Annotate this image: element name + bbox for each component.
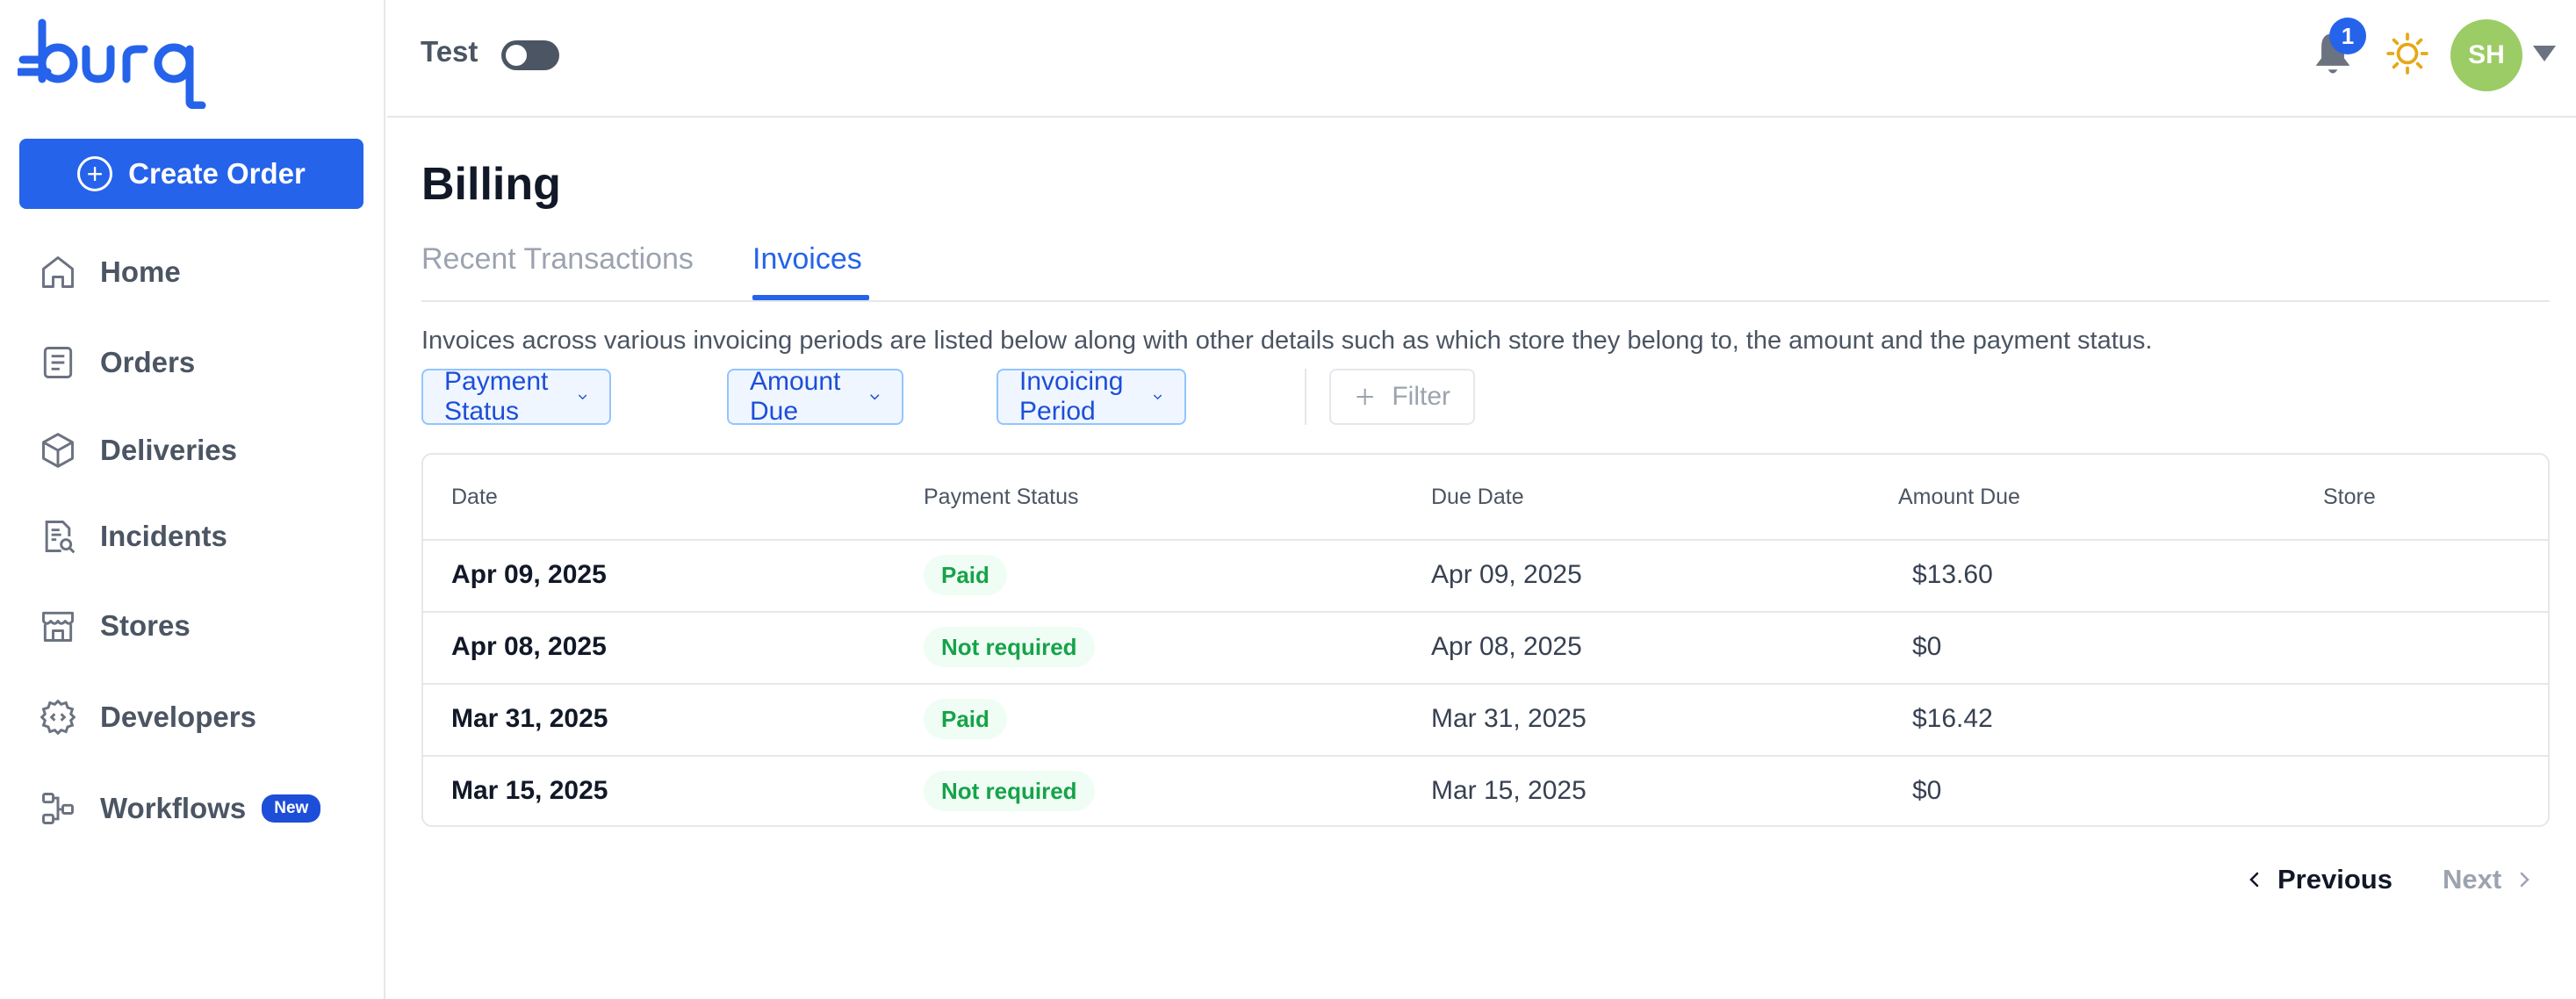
table-row[interactable]: Apr 08, 2025 Not required Apr 08, 2025 $… <box>423 613 2548 685</box>
status-badge: Not required <box>924 771 1095 811</box>
invoice-date: Apr 08, 2025 <box>451 632 607 661</box>
sidebar-item-label: Developers <box>100 701 256 733</box>
create-order-label: Create Order <box>128 157 306 190</box>
plus-icon <box>1356 388 1374 406</box>
table-row[interactable]: Apr 09, 2025 Paid Apr 09, 2025 $13.60 <box>423 541 2548 613</box>
amount-due: $0 <box>1912 632 1942 661</box>
chevron-down-icon <box>1154 394 1162 400</box>
store-icon <box>42 611 74 642</box>
workflow-icon <box>42 793 74 824</box>
sidebar-item-label: Orders <box>100 346 196 378</box>
notification-count-badge: 1 <box>2329 18 2366 54</box>
chevron-left-icon <box>2249 872 2259 888</box>
invoices-description: Invoices across various invoicing period… <box>421 327 2153 355</box>
amount-due: $13.60 <box>1912 560 1993 589</box>
chevron-right-icon <box>2520 872 2529 888</box>
test-mode-toggle[interactable] <box>501 40 559 70</box>
orders-icon <box>43 347 73 378</box>
previous-page-button[interactable]: Previous <box>2244 862 2393 897</box>
active-tab-indicator <box>752 295 869 300</box>
sun-icon[interactable] <box>2385 32 2429 75</box>
next-page-button[interactable]: Next <box>2443 862 2535 897</box>
box-icon <box>42 433 74 468</box>
top-bar: Test 1 SH <box>387 0 2576 118</box>
status-badge: Not required <box>924 627 1095 667</box>
due-date: Apr 09, 2025 <box>1431 560 1582 589</box>
sidebar-item-label: Workflows <box>100 792 247 824</box>
column-header-payment-status[interactable]: Payment Status <box>924 485 1078 510</box>
invoices-table: Date Payment Status Due Date Amount Due … <box>421 453 2550 827</box>
column-header-due-date[interactable]: Due Date <box>1431 485 1524 510</box>
sidebar-item-incidents[interactable]: Incidents <box>39 508 372 564</box>
status-badge: Paid <box>924 699 1007 739</box>
code-gear-icon <box>40 699 76 736</box>
sidebar-item-label: Home <box>100 255 181 288</box>
sidebar: burq + Create Order Home Orders Deliveri… <box>0 0 385 999</box>
new-badge: New <box>262 794 321 823</box>
sidebar-item-orders[interactable]: Orders <box>39 334 372 391</box>
chevron-down-icon <box>579 394 587 400</box>
invoice-date: Mar 31, 2025 <box>451 704 608 733</box>
toggle-knob <box>506 45 527 66</box>
amount-due: $0 <box>1912 776 1942 805</box>
table-header: Date Payment Status Due Date Amount Due … <box>423 455 2548 541</box>
invoicing-period-filter[interactable]: Invoicing Period <box>997 367 1187 426</box>
table-row[interactable]: Mar 15, 2025 Not required Mar 15, 2025 $… <box>423 757 2548 825</box>
table-row[interactable]: Mar 31, 2025 Paid Mar 31, 2025 $16.42 <box>423 685 2548 757</box>
add-filter-button[interactable]: Filter <box>1329 369 1475 425</box>
avatar[interactable]: SH <box>2450 19 2522 91</box>
tab-invoices[interactable]: Invoices <box>752 242 862 277</box>
add-filter-label: Filter <box>1392 382 1450 411</box>
invoice-date: Apr 09, 2025 <box>451 560 607 589</box>
status-badge: Paid <box>924 555 1007 595</box>
due-date: Apr 08, 2025 <box>1431 632 1582 661</box>
filter-label: Payment Status <box>444 367 549 426</box>
invoice-date: Mar 15, 2025 <box>451 776 608 805</box>
next-label: Next <box>2443 864 2502 895</box>
previous-label: Previous <box>2277 864 2393 895</box>
test-mode-label: Test <box>421 35 479 68</box>
sidebar-item-deliveries[interactable]: Deliveries <box>39 422 372 478</box>
sidebar-item-stores[interactable]: Stores <box>39 598 372 654</box>
filter-divider <box>1305 369 1306 425</box>
sidebar-item-label: Stores <box>100 609 191 642</box>
due-date: Mar 15, 2025 <box>1431 776 1587 805</box>
sidebar-item-label: Deliveries <box>100 434 237 466</box>
payment-status-filter[interactable]: Payment Status <box>421 367 612 426</box>
column-header-date[interactable]: Date <box>451 485 498 510</box>
plus-circle-icon: + <box>77 156 113 191</box>
page-title: Billing <box>421 159 561 210</box>
chevron-down-icon <box>870 394 880 400</box>
filter-label: Amount Due <box>750 367 841 426</box>
column-header-amount-due[interactable]: Amount Due <box>1898 485 2020 510</box>
burq-logo[interactable]: burq <box>18 18 219 109</box>
filter-label: Invoicing Period <box>1019 367 1124 426</box>
sidebar-item-label: Incidents <box>100 520 227 552</box>
due-date: Mar 31, 2025 <box>1431 704 1587 733</box>
amount-due: $16.42 <box>1912 704 1993 733</box>
home-icon <box>42 256 74 288</box>
chevron-down-icon[interactable] <box>2533 46 2556 61</box>
sidebar-item-home[interactable]: Home <box>39 244 372 300</box>
tab-recent-transactions[interactable]: Recent Transactions <box>421 242 694 277</box>
sidebar-item-workflows[interactable]: Workflows New <box>39 780 372 837</box>
billing-tabs: Recent Transactions Invoices <box>421 237 2550 302</box>
column-header-store[interactable]: Store <box>2323 485 2376 510</box>
create-order-button[interactable]: + Create Order <box>19 139 363 209</box>
incident-report-icon <box>45 521 76 554</box>
sidebar-item-developers[interactable]: Developers <box>39 689 372 745</box>
amount-due-filter[interactable]: Amount Due <box>727 367 904 426</box>
